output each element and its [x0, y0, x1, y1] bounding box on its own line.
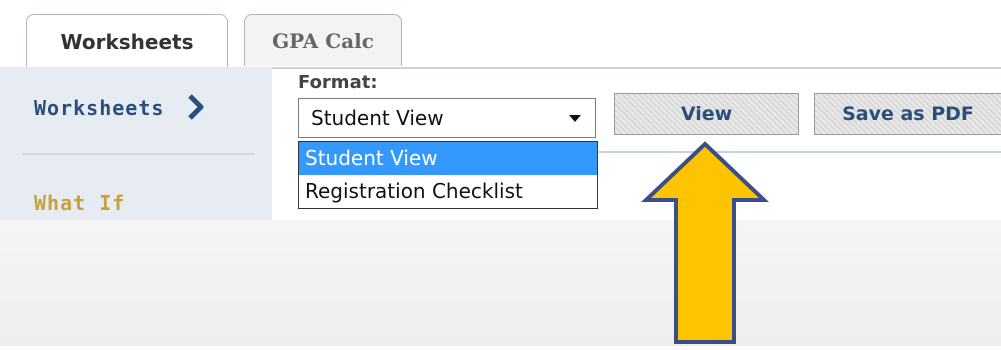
- content-top-border: [272, 67, 1001, 69]
- degree-audit-app: Worksheets GPA Calc Worksheets What If F…: [0, 0, 1001, 220]
- tab-gpa-calc-label: GPA Calc: [272, 28, 374, 53]
- tab-gpa-calc[interactable]: GPA Calc: [244, 14, 402, 66]
- format-option-student-view[interactable]: Student View: [299, 142, 597, 175]
- caret-down-icon: [569, 115, 581, 122]
- sidebar: Worksheets What If: [0, 67, 272, 220]
- up-arrow-annotation-icon: [640, 140, 770, 350]
- format-label: Format:: [298, 72, 378, 93]
- format-option-registration-checklist[interactable]: Registration Checklist: [299, 175, 597, 208]
- format-dropdown-list: Student View Registration Checklist: [298, 141, 598, 209]
- sidebar-item-what-if[interactable]: What If: [34, 191, 125, 215]
- chevron-right-icon[interactable]: [186, 93, 206, 125]
- tab-worksheets[interactable]: Worksheets: [26, 14, 228, 68]
- format-select[interactable]: Student View: [298, 98, 596, 138]
- sidebar-item-worksheets[interactable]: Worksheets: [34, 96, 164, 120]
- format-select-value: Student View: [311, 106, 444, 130]
- save-as-pdf-button[interactable]: Save as PDF: [814, 93, 1001, 135]
- view-button[interactable]: View: [614, 93, 799, 135]
- sidebar-divider: [22, 153, 254, 155]
- tab-worksheets-label: Worksheets: [60, 29, 194, 54]
